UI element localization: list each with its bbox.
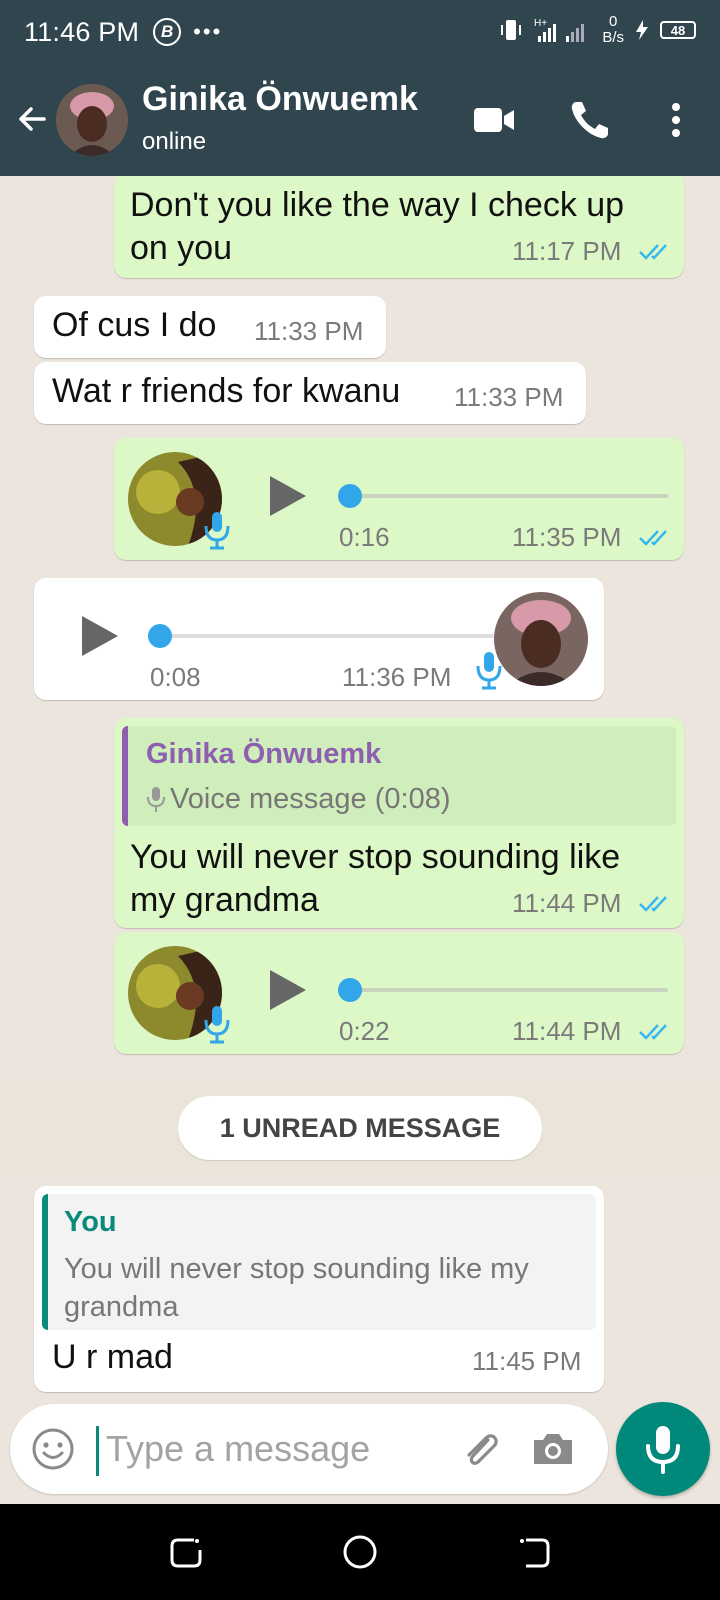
message-bubble-incoming[interactable]: Of cus I do 11:33 PM — [34, 296, 386, 358]
quote-sender-name: You — [64, 1206, 117, 1238]
double-check-icon — [639, 530, 667, 546]
quote-sender-name: Ginika Önwuemk — [146, 738, 382, 770]
mic-icon — [646, 1426, 680, 1474]
contact-avatar[interactable] — [56, 84, 128, 156]
status-bar: 11:46 PM B ••• H+ 0 B/s 48 — [0, 0, 720, 64]
voice-duration: 0:08 — [150, 662, 201, 692]
voice-message-outgoing[interactable]: 0:16 11:35 PM — [114, 438, 684, 560]
voice-duration: 0:16 — [339, 522, 390, 552]
status-time: 11:46 PM — [24, 16, 140, 47]
voice-progress-knob[interactable] — [338, 484, 362, 508]
mic-icon — [204, 1006, 230, 1044]
contact-status: online — [142, 128, 207, 155]
battery-icon: 48 — [660, 21, 696, 39]
voice-progress-knob[interactable] — [338, 978, 362, 1002]
message-time: 11:36 PM — [342, 662, 452, 692]
system-nav-bar — [0, 1504, 720, 1600]
mic-icon — [204, 512, 230, 550]
phone-icon[interactable] — [566, 96, 614, 144]
chat-area[interactable]: Don't you like the way I check up on you… — [0, 176, 720, 1398]
back-arrow-icon[interactable] — [14, 100, 52, 138]
net-speed: 0 B/s — [602, 14, 624, 46]
more-options-icon[interactable] — [652, 96, 700, 144]
net-speed-value: 0 — [608, 13, 618, 30]
status-indicators: H+ 0 B/s 48 — [498, 14, 696, 46]
message-time: 11:44 PM — [512, 1016, 622, 1046]
quote-text: Voice message (0:08) — [170, 783, 451, 815]
signal-icon: H+ — [534, 18, 585, 42]
home-icon[interactable] — [340, 1532, 380, 1572]
camera-icon[interactable] — [530, 1426, 576, 1472]
voice-progress-track[interactable] — [350, 988, 668, 992]
voice-progress-knob[interactable] — [148, 624, 172, 648]
message-text: U r mad — [52, 1338, 173, 1376]
mic-icon — [476, 652, 502, 690]
notification-dots: ••• — [193, 19, 223, 44]
emoji-icon[interactable] — [30, 1426, 76, 1472]
play-icon[interactable] — [74, 612, 122, 660]
message-bubble-outgoing[interactable]: Don't you like the way I check up on you… — [114, 176, 684, 278]
message-time: 11:33 PM — [454, 382, 564, 412]
message-input[interactable] — [106, 1424, 406, 1474]
message-time: 11:35 PM — [512, 522, 622, 552]
record-voice-button[interactable] — [616, 1402, 710, 1496]
quoted-message[interactable]: You You will never stop sounding like my… — [42, 1194, 596, 1330]
b-badge-icon: B — [153, 18, 182, 46]
quote-text: You will never stop sounding like my gra… — [64, 1253, 529, 1323]
video-call-icon[interactable] — [470, 96, 518, 144]
message-time: 11:45 PM — [472, 1346, 582, 1376]
voice-duration: 0:22 — [339, 1016, 390, 1046]
voice-message-incoming[interactable]: 0:08 11:36 PM — [34, 578, 604, 700]
unread-messages-badge: 1 UNREAD MESSAGE — [178, 1096, 542, 1160]
vibrate-icon — [501, 20, 522, 40]
message-time: 11:44 PM — [512, 888, 622, 918]
voice-progress-track[interactable] — [350, 494, 668, 498]
recent-apps-icon[interactable] — [166, 1532, 206, 1572]
double-check-icon — [639, 1024, 667, 1040]
message-time: 11:33 PM — [254, 316, 364, 346]
message-bubble-outgoing[interactable]: Ginika Önwuemk Voice message (0:08) You … — [114, 718, 684, 928]
attach-icon[interactable] — [458, 1426, 504, 1472]
svg-text:H+: H+ — [534, 18, 547, 29]
play-icon[interactable] — [262, 472, 310, 520]
chat-header: Ginika Önwuemk online — [0, 64, 720, 176]
double-check-icon — [639, 896, 667, 912]
play-icon[interactable] — [262, 966, 310, 1014]
voice-message-outgoing[interactable]: 0:22 11:44 PM — [114, 932, 684, 1054]
sender-avatar — [494, 592, 588, 686]
voice-progress-track[interactable] — [160, 634, 494, 638]
message-text: Wat r friends for kwanu — [52, 372, 401, 410]
message-text: Of cus I do — [52, 306, 217, 344]
charging-icon — [636, 20, 648, 40]
text-cursor — [96, 1426, 99, 1476]
quoted-message[interactable]: Ginika Önwuemk Voice message (0:08) — [122, 726, 676, 826]
message-time: 11:17 PM — [512, 236, 622, 266]
back-nav-icon[interactable] — [514, 1532, 554, 1572]
contact-name[interactable]: Ginika Önwuemk — [142, 80, 418, 119]
message-bubble-incoming[interactable]: Wat r friends for kwanu 11:33 PM — [34, 362, 586, 424]
message-bubble-incoming[interactable]: You You will never stop sounding like my… — [34, 1186, 604, 1392]
message-input-bar — [10, 1404, 608, 1494]
net-speed-unit: B/s — [602, 29, 624, 46]
double-check-icon — [639, 244, 667, 260]
mic-icon — [147, 787, 165, 812]
